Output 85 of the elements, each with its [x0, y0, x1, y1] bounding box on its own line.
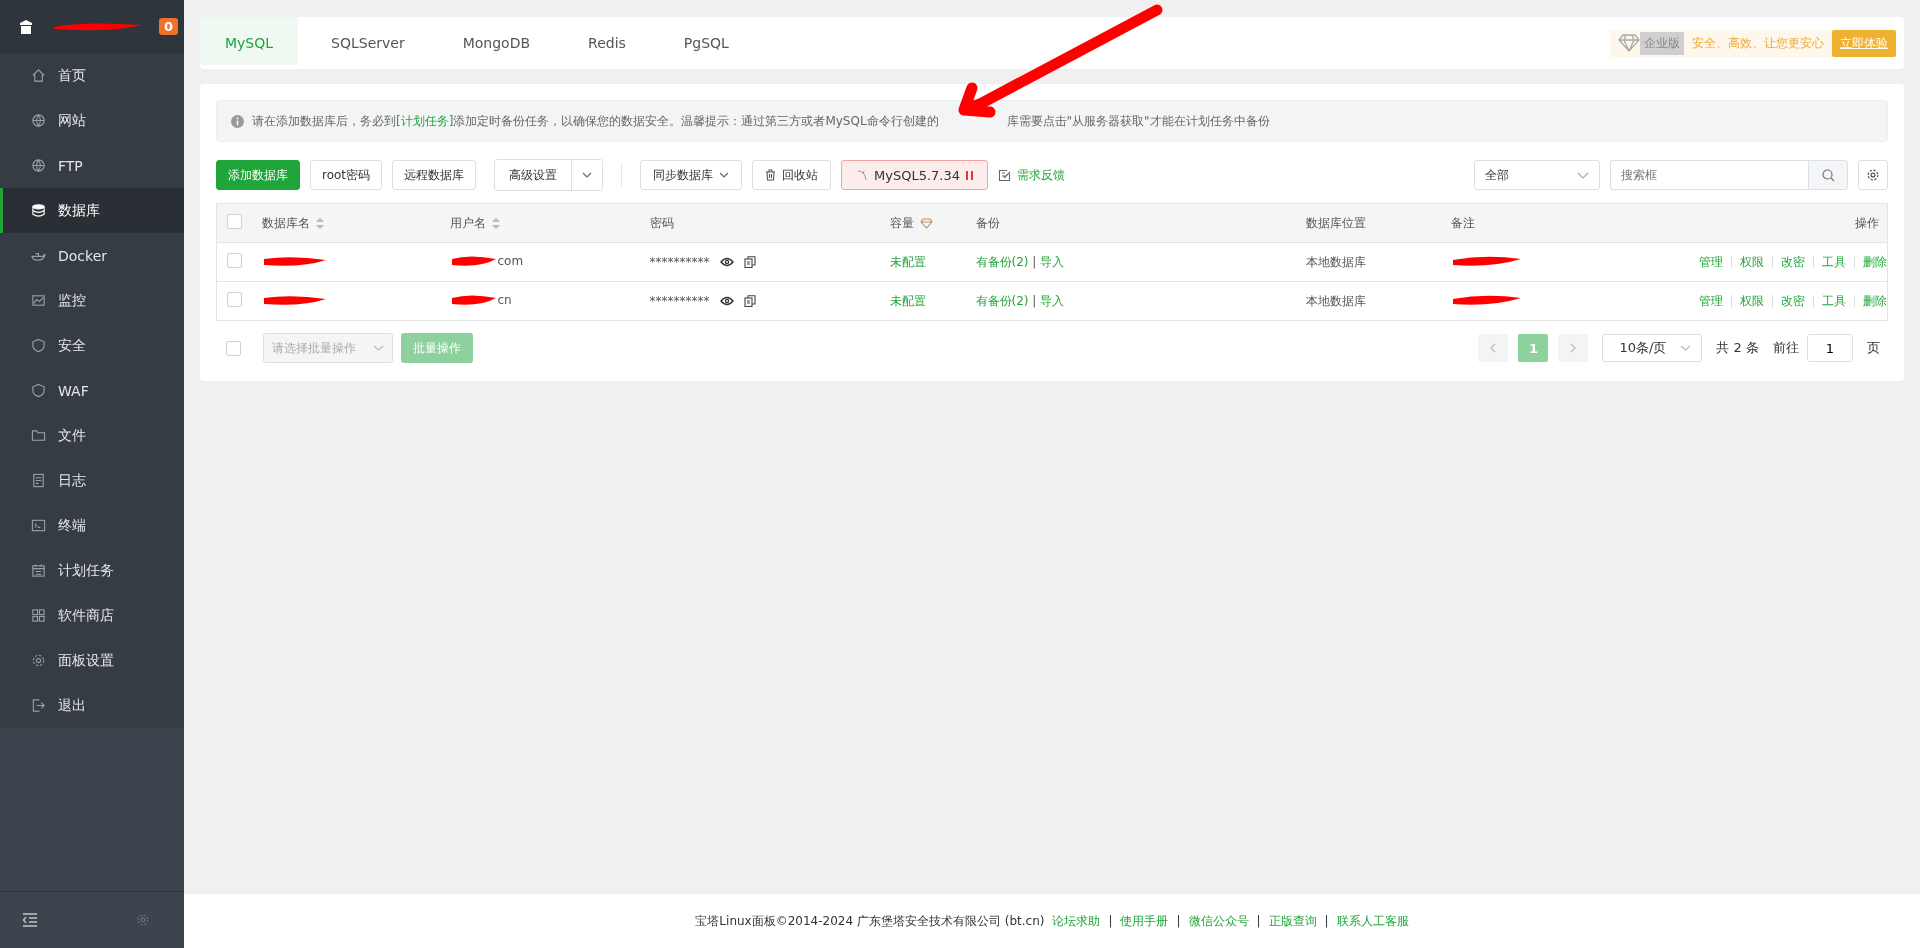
separator: | [1324, 914, 1329, 928]
copyright-text: 宝塔Linux面板©2014-2024 广东堡塔安全技术有限公司 (bt.cn) [695, 912, 1045, 930]
sidebar-item[interactable]: 退出 [0, 683, 184, 728]
table-cell: com [497, 253, 524, 268]
database-tab[interactable]: Redis [563, 17, 651, 69]
notice-text: 请在添加数据库后，务必到[计划任务]添加定时备份任务，以确保您的数据安全。温馨提示：通过第三方或者MySQL命令行创建的 [252, 112, 939, 130]
column-header: 容量 [889, 214, 914, 232]
column-header: 密码 [649, 214, 674, 232]
footer-link[interactable]: 微信公众号 [1188, 912, 1249, 930]
notification-badge[interactable]: 0 [158, 18, 178, 35]
footer-link[interactable]: 论坛求助 [1052, 912, 1101, 930]
row-action-link[interactable]: 管理 [1690, 295, 1731, 307]
remote-database-button[interactable]: 远程数据库 [392, 160, 477, 190]
table-cell: 本地数据库 [1305, 254, 1366, 269]
sidebar-item[interactable]: FTP [0, 143, 184, 188]
separator: | [1108, 914, 1113, 928]
database-tab[interactable]: MongoDB [437, 17, 556, 69]
row-action-link[interactable]: 删除 [1853, 256, 1887, 268]
database-tab[interactable]: PgSQL [658, 17, 754, 69]
table-cell: ********** [649, 294, 710, 308]
promo-slogan: 安全、高效、让您更安心 [1691, 34, 1825, 52]
sidebar-item[interactable]: 文件 [0, 413, 184, 458]
sync-database-button[interactable]: 同步数据库 [640, 160, 743, 190]
mysql-version-button[interactable]: MySQL5.7.34 [841, 160, 989, 190]
column-header: 备份 [975, 214, 1000, 232]
sidebar-item[interactable]: 数据库 [0, 188, 184, 233]
import-link[interactable]: 导入 [1040, 293, 1065, 308]
sidebar-item[interactable]: 软件商店 [0, 593, 184, 638]
footer-link[interactable]: 使用手册 [1120, 912, 1169, 930]
sidebar-item[interactable]: 日志 [0, 458, 184, 503]
column-header: 用户名 [449, 214, 486, 232]
sidebar-item[interactable]: 计划任务 [0, 548, 184, 593]
footer-link[interactable]: 正版查询 [1268, 912, 1317, 930]
row-action-link[interactable]: 改密 [1771, 256, 1813, 268]
batch-action-button[interactable]: 批量操作 [401, 333, 473, 363]
database-tab[interactable]: SQLServer [306, 17, 430, 69]
sidebar-item[interactable]: 首页 [0, 53, 184, 98]
capacity-link[interactable]: 未配置 [889, 254, 926, 269]
column-header: 数据库位置 [1305, 214, 1366, 232]
sidebar-item[interactable]: 监控 [0, 278, 184, 323]
sidebar-item[interactable]: WAF [0, 368, 184, 413]
total-count: 共 2 条 [1716, 339, 1759, 357]
batch-action-dropdown[interactable]: 请选择批量操作 [263, 333, 393, 363]
table-cell: cn [497, 292, 512, 307]
page-button[interactable]: 1 [1518, 334, 1549, 362]
page-number-input[interactable]: 1 [1807, 334, 1853, 362]
search-field[interactable]: 搜索框 [1610, 160, 1808, 190]
separator: | [1032, 293, 1037, 308]
sidebar-item[interactable]: 网站 [0, 98, 184, 143]
filter-dropdown[interactable]: 全部 [1474, 160, 1600, 190]
row-action-link[interactable]: 删除 [1853, 295, 1887, 307]
separator: | [1256, 914, 1261, 928]
row-action-link[interactable]: 管理 [1690, 256, 1731, 268]
sidebar-item[interactable]: 终端 [0, 503, 184, 548]
column-header: 备注 [1450, 214, 1475, 232]
page-size-dropdown[interactable]: 10条/页 [1602, 334, 1703, 362]
advanced-settings-dropdown[interactable]: 高级设置 [494, 159, 604, 191]
notice-text: 库需要点击"从服务器获取"才能在计划任务中备份 [1006, 112, 1270, 130]
table-cell: ********** [649, 255, 710, 269]
backup-link[interactable]: 有备份(2) [975, 293, 1029, 308]
backup-link[interactable]: 有备份(2) [975, 254, 1029, 269]
row-action-link[interactable]: 权限 [1730, 256, 1772, 268]
row-action-link[interactable]: 工具 [1812, 295, 1854, 307]
recycle-bin-button[interactable]: 回收站 [752, 160, 832, 190]
sidebar-item[interactable]: 安全 [0, 323, 184, 368]
separator: | [1032, 254, 1037, 269]
try-now-button[interactable]: 立即体验 [1832, 29, 1896, 57]
table-cell: 本地数据库 [1305, 293, 1366, 308]
column-header: 数据库名 [261, 214, 310, 232]
sidebar-item[interactable]: Docker [0, 233, 184, 278]
sidebar-item[interactable]: 面板设置 [0, 638, 184, 683]
separator: | [1176, 914, 1181, 928]
root-password-button[interactable]: root密码 [310, 160, 383, 190]
capacity-link[interactable]: 未配置 [889, 293, 926, 308]
goto-label: 前往 [1773, 339, 1799, 357]
add-database-button[interactable]: 添加数据库 [216, 160, 300, 190]
import-link[interactable]: 导入 [1040, 254, 1065, 269]
footer-link[interactable]: 联系人工客服 [1336, 912, 1409, 930]
feedback-link[interactable]: 需求反馈 [998, 166, 1066, 184]
page-unit-label: 页 [1867, 339, 1880, 357]
row-action-link[interactable]: 工具 [1812, 256, 1854, 268]
enterprise-tag: 企业版 [1640, 31, 1684, 55]
row-action-link[interactable]: 改密 [1771, 295, 1813, 307]
row-action-link[interactable]: 权限 [1730, 295, 1772, 307]
column-header: 操作 [1855, 214, 1879, 232]
